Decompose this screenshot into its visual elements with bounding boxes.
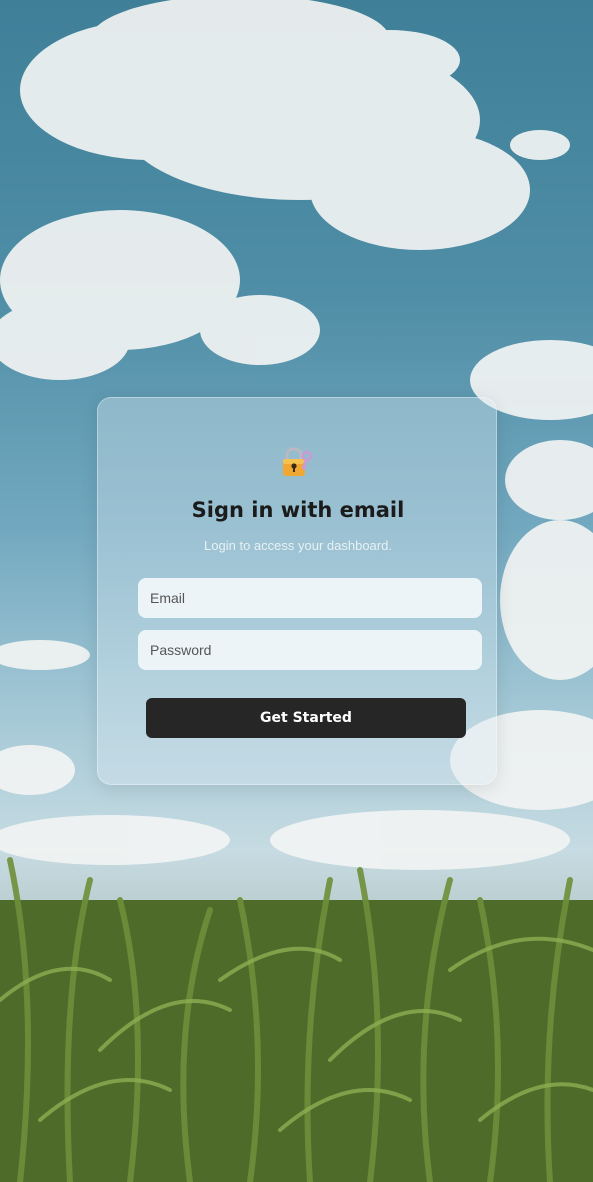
email-field[interactable]	[138, 578, 482, 618]
get-started-button[interactable]: Get Started	[146, 698, 466, 738]
page-subtitle: Login to access your dashboard.	[204, 538, 392, 553]
password-field[interactable]	[138, 630, 482, 670]
lock-with-key-icon	[280, 446, 314, 480]
page-title: Sign in with email	[191, 498, 405, 522]
login-card: Sign in with email Login to access your …	[97, 397, 497, 785]
